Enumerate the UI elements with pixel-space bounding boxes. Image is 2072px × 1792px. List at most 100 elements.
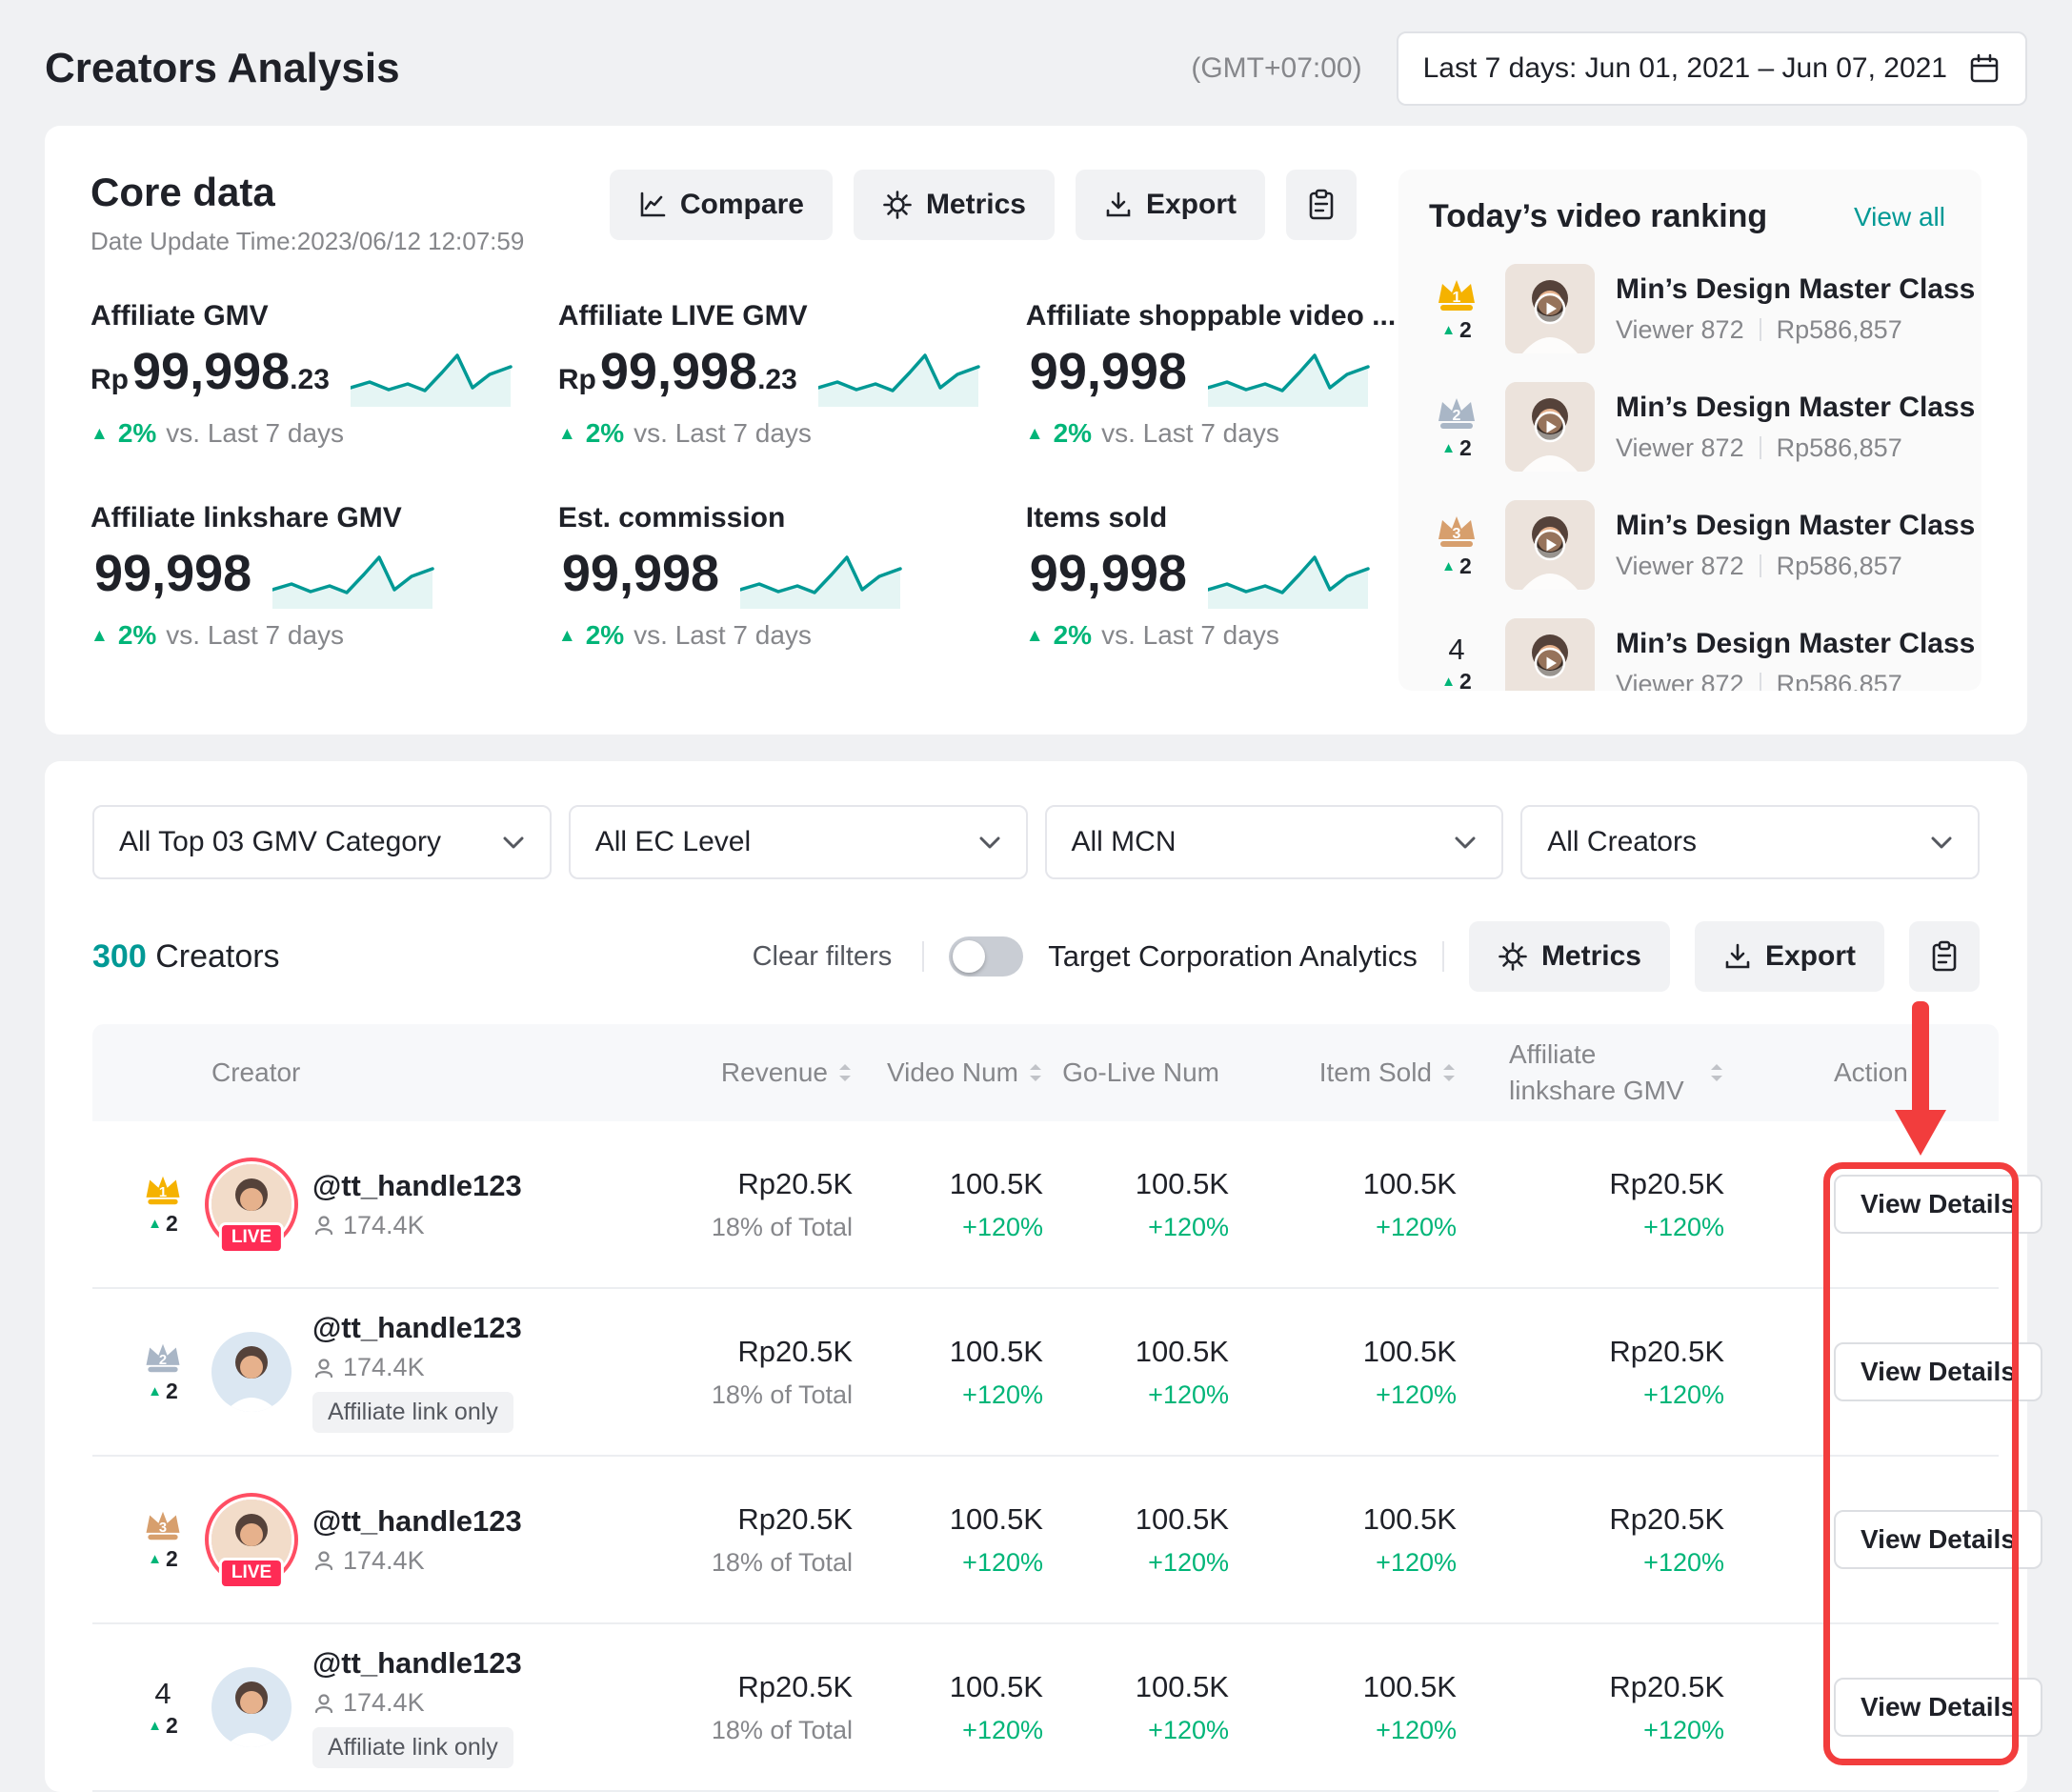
compare-button-label: Compare	[680, 189, 804, 221]
target-analytics-toggle[interactable]	[949, 936, 1023, 977]
sort-icon[interactable]	[1709, 1062, 1724, 1083]
metric-label: Affiliate linkshare GMV	[91, 502, 513, 534]
metric-tiles: Affiliate GMV Rp 99,998 .23 2% vs. Las	[91, 300, 1357, 651]
rank-delta-value: 2	[1459, 669, 1472, 691]
up-trend-icon	[1026, 627, 1044, 645]
rank-delta-value: 2	[166, 1546, 178, 1572]
creator-handle[interactable]: @tt_handle123	[312, 1646, 522, 1681]
metric-label: Affiliate shoppable video ...	[1026, 300, 1396, 332]
video-num-cell: 100.5K+120%	[881, 1670, 1072, 1745]
crown-bronze-icon: 3	[141, 1507, 185, 1544]
ranking-list-item[interactable]: 3 2 Min’s Design Master	[1429, 500, 1951, 590]
sort-icon[interactable]	[1441, 1062, 1457, 1083]
table-export-button[interactable]: Export	[1695, 921, 1884, 992]
crown-silver-icon: 2	[141, 1339, 185, 1377]
video-num-cell: 100.5K+120%	[881, 1335, 1072, 1410]
gear-icon	[1498, 941, 1528, 972]
clear-filters-link[interactable]: Clear filters	[747, 940, 898, 974]
export-button[interactable]: Export	[1076, 170, 1265, 240]
view-details-button[interactable]: View Details	[1834, 1175, 2042, 1234]
clipboard-icon	[1930, 940, 1959, 973]
toggle-knob	[953, 940, 985, 973]
metric-delta: 2%	[1054, 620, 1092, 651]
up-trend-icon	[91, 425, 109, 443]
play-icon	[1505, 382, 1595, 472]
table-row: 2 2	[92, 1289, 1999, 1457]
view-details-button[interactable]: View Details	[1834, 1510, 2042, 1569]
revenue-cell: Rp20.5K18% of Total	[669, 1335, 881, 1410]
metric-tile-est-commission: Est. commission 99,998 2% vs. Last 7	[558, 502, 980, 651]
rank-badge: 2 2	[1429, 393, 1484, 461]
core-actions: Compare Metrics	[610, 170, 1357, 240]
view-all-link[interactable]: View all	[1848, 201, 1951, 233]
metric-label: Items sold	[1026, 502, 1396, 534]
crown-silver-icon: 2	[1433, 393, 1480, 433]
up-trend-icon	[1026, 425, 1044, 443]
metric-delta: 2%	[586, 620, 624, 651]
topbar-right: (GMT+07:00) Last 7 days: Jun 01, 2021 – …	[1191, 31, 2027, 106]
metric-delta-note: vs. Last 7 days	[1101, 620, 1279, 651]
followers-icon	[312, 1214, 335, 1237]
metric-label: Est. commission	[558, 502, 980, 534]
creator-cell: 2 2	[92, 1311, 669, 1433]
table-copy-button[interactable]	[1909, 921, 1980, 992]
filter-gmv-category-dropdown[interactable]: All Top 03 GMV Category	[92, 805, 552, 879]
play-icon	[1505, 618, 1595, 691]
rank-delta-value: 2	[166, 1379, 178, 1404]
video-info: Min’s Design Master Class Viewer 872 Rp5…	[1616, 510, 1951, 581]
calendar-icon	[1968, 52, 2001, 85]
rank-number: 4	[154, 1676, 171, 1711]
video-ranking-title: Today’s video ranking	[1429, 198, 1767, 235]
video-info: Min’s Design Master Class Viewer 872 Rp5…	[1616, 628, 1951, 692]
revenue-cell: Rp20.5K18% of Total	[669, 1670, 881, 1745]
video-title: Min’s Design Master Class	[1616, 392, 1951, 424]
golive-num-cell: 100.5K+120%	[1072, 1670, 1257, 1745]
creator-handle[interactable]: @tt_handle123	[312, 1504, 522, 1539]
filter-ec-level-dropdown[interactable]: All EC Level	[569, 805, 1028, 879]
video-thumbnail	[1505, 264, 1595, 353]
table-metrics-button[interactable]: Metrics	[1469, 921, 1670, 992]
table-header-row: Creator Revenue Video Num Go-Live Num It…	[92, 1024, 1999, 1121]
rank-delta-value: 2	[166, 1211, 178, 1237]
creator-handle[interactable]: @tt_handle123	[312, 1169, 522, 1203]
sparkline-chart	[818, 346, 980, 407]
action-cell: View Details	[1753, 1175, 2042, 1234]
sort-icon[interactable]	[837, 1062, 853, 1083]
video-num-cell: 100.5K+120%	[881, 1167, 1072, 1242]
copy-report-button[interactable]	[1286, 170, 1357, 240]
affiliate-gmv-cell: Rp20.5K+120%	[1485, 1167, 1753, 1242]
view-details-button[interactable]: View Details	[1834, 1342, 2042, 1401]
sparkline-chart	[1208, 346, 1370, 407]
filter-creators-dropdown[interactable]: All Creators	[1520, 805, 1980, 879]
metric-delta-note: vs. Last 7 days	[1101, 418, 1279, 449]
rank-delta-value: 2	[166, 1713, 178, 1739]
sort-icon[interactable]	[1028, 1062, 1043, 1083]
up-trend-icon	[1441, 323, 1456, 337]
metric-label: Affiliate GMV	[91, 300, 513, 332]
table-row: 1 2 LIVE	[92, 1121, 1999, 1289]
creators-count: 300 Creators	[92, 938, 280, 976]
metric-decimals: .23	[290, 364, 330, 396]
date-range-picker[interactable]: Last 7 days: Jun 01, 2021 – Jun 07, 2021	[1397, 31, 2027, 106]
metric-tile-affiliate-linkshare-gmv: Affiliate linkshare GMV 99,998 2% vs	[91, 502, 513, 651]
rank-badge: 2 2	[135, 1339, 191, 1404]
up-trend-icon	[148, 1552, 162, 1566]
video-title: Min’s Design Master Class	[1616, 273, 1951, 306]
metrics-button-label: Metrics	[926, 189, 1026, 221]
dropdown-value: All MCN	[1072, 826, 1177, 858]
video-viewers: Viewer 872	[1616, 670, 1744, 692]
ranking-list-item[interactable]: 1 2 Min’s Design Master	[1429, 264, 1951, 353]
view-details-button[interactable]: View Details	[1834, 1678, 2042, 1737]
creator-handle[interactable]: @tt_handle123	[312, 1311, 522, 1345]
ranking-list-item[interactable]: 4 2 Min’s Design Master Class	[1429, 618, 1951, 691]
filter-mcn-dropdown[interactable]: All MCN	[1045, 805, 1504, 879]
compare-button[interactable]: Compare	[610, 170, 833, 240]
creators-count-value: 300	[92, 938, 147, 975]
core-data-heading: Core data Date Update Time:2023/06/12 12…	[91, 170, 524, 256]
video-title: Min’s Design Master Class	[1616, 510, 1951, 542]
rank-number: 1	[159, 1185, 167, 1200]
metrics-button[interactable]: Metrics	[854, 170, 1055, 240]
ranking-list-item[interactable]: 2 2 Min’s Design Master	[1429, 382, 1951, 472]
table-row: 4 2 @tt_	[92, 1624, 1999, 1792]
metric-decimals: .23	[757, 364, 797, 396]
